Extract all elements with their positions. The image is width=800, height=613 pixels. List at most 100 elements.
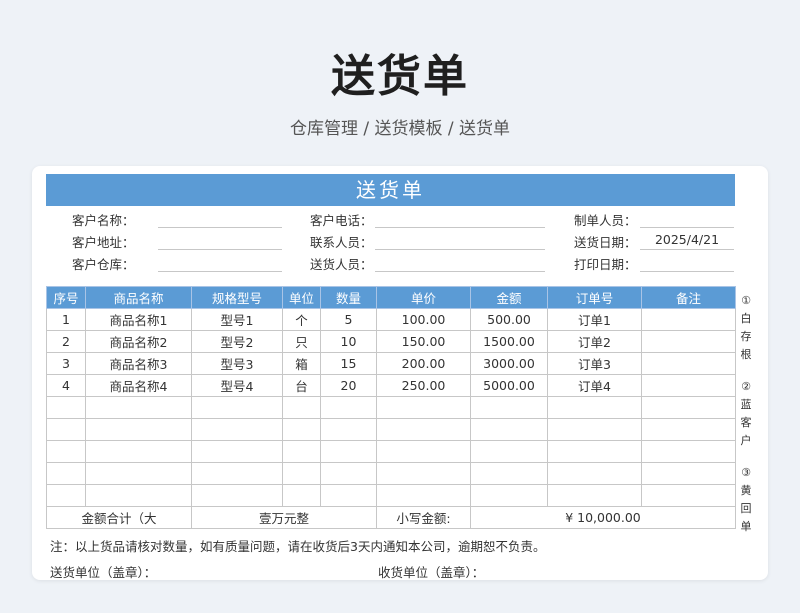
table-cell[interactable]: 200.00 — [376, 352, 471, 375]
side-note-char: 客 — [740, 416, 752, 429]
table-cell[interactable] — [46, 484, 86, 507]
table-cell[interactable]: 台 — [282, 374, 321, 397]
table-row: 3 商品名称3 型号3 箱 15 200.00 3000.00 订单3 — [46, 352, 736, 375]
table-cell[interactable] — [46, 418, 86, 441]
table-cell[interactable]: 型号1 — [191, 308, 283, 331]
table-cell[interactable]: 5 — [320, 308, 377, 331]
table-cell[interactable]: 15 — [320, 352, 377, 375]
table-cell[interactable]: 个 — [282, 308, 321, 331]
sender-signature[interactable]: 送货单位（盖章）： — [50, 562, 156, 581]
table-cell[interactable]: 型号2 — [191, 330, 283, 353]
table-cell[interactable]: 商品名称4 — [85, 374, 192, 397]
table-cell[interactable] — [282, 484, 321, 507]
table-cell[interactable]: 订单3 — [547, 352, 642, 375]
side-note-char: 黄 — [740, 484, 752, 497]
table-cell[interactable]: 商品名称3 — [85, 352, 192, 375]
deliverer-field[interactable] — [375, 271, 545, 272]
table-cell[interactable] — [320, 462, 377, 485]
table-cell[interactable]: 3 — [46, 352, 86, 375]
total-upper-value: 壹万元整 — [191, 506, 377, 529]
table-cell[interactable] — [641, 352, 736, 375]
info-row: 客户仓库： 送货人员： 打印日期： — [46, 250, 735, 272]
table-cell[interactable] — [282, 396, 321, 419]
side-note-char: ① — [741, 294, 751, 307]
receiver-signature[interactable]: 收货单位（盖章）： — [378, 562, 484, 581]
table-cell[interactable] — [85, 396, 192, 419]
table-cell[interactable] — [641, 308, 736, 331]
table-cell[interactable] — [191, 462, 283, 485]
table-cell[interactable] — [191, 484, 283, 507]
table-row — [46, 418, 736, 441]
table-cell[interactable] — [376, 396, 471, 419]
table-cell[interactable] — [376, 440, 471, 463]
table-cell[interactable] — [282, 440, 321, 463]
table-cell[interactable]: 箱 — [282, 352, 321, 375]
maker-label: 制单人员： — [574, 213, 637, 228]
table-cell[interactable] — [547, 440, 642, 463]
table-cell[interactable]: 150.00 — [376, 330, 471, 353]
table-cell[interactable]: 订单2 — [547, 330, 642, 353]
table-cell[interactable] — [320, 418, 377, 441]
table-cell[interactable] — [282, 462, 321, 485]
column-header: 单价 — [376, 286, 471, 309]
table-cell[interactable]: 20 — [320, 374, 377, 397]
side-note-char: 户 — [740, 434, 752, 447]
table-cell[interactable] — [547, 418, 642, 441]
table-cell[interactable] — [641, 396, 736, 419]
table-cell[interactable] — [641, 462, 736, 485]
table-cell[interactable] — [282, 418, 321, 441]
table-cell[interactable] — [547, 396, 642, 419]
table-cell[interactable] — [85, 462, 192, 485]
table-cell[interactable] — [641, 484, 736, 507]
table-cell[interactable]: 2 — [46, 330, 86, 353]
table-cell[interactable] — [547, 484, 642, 507]
table-cell[interactable] — [376, 484, 471, 507]
table-cell[interactable] — [641, 330, 736, 353]
table-row: 1 商品名称1 型号1 个 5 100.00 500.00 订单1 — [46, 308, 736, 331]
table-cell[interactable] — [46, 396, 86, 419]
table-cell[interactable] — [191, 418, 283, 441]
table-cell[interactable] — [376, 418, 471, 441]
table-cell[interactable] — [46, 462, 86, 485]
table-cell[interactable] — [641, 374, 736, 397]
table-cell[interactable] — [470, 396, 548, 419]
table-cell[interactable] — [85, 484, 192, 507]
table-cell[interactable]: 4 — [46, 374, 86, 397]
table-cell[interactable]: 订单1 — [547, 308, 642, 331]
table-cell[interactable]: 100.00 — [376, 308, 471, 331]
table-cell[interactable]: 5000.00 — [470, 374, 548, 397]
table-cell[interactable] — [470, 462, 548, 485]
table-cell[interactable] — [470, 418, 548, 441]
table-cell[interactable] — [320, 396, 377, 419]
table-cell[interactable] — [547, 462, 642, 485]
table-cell[interactable] — [470, 484, 548, 507]
table-cell[interactable]: 250.00 — [376, 374, 471, 397]
side-note-char: 存 — [740, 330, 752, 343]
table-cell[interactable] — [191, 396, 283, 419]
table-cell[interactable]: 订单4 — [547, 374, 642, 397]
table-cell[interactable]: 商品名称1 — [85, 308, 192, 331]
ship-date-value[interactable]: 2025/4/21 — [640, 232, 734, 247]
table-cell[interactable] — [191, 440, 283, 463]
table-cell[interactable]: 只 — [282, 330, 321, 353]
table-cell[interactable] — [320, 484, 377, 507]
table-cell[interactable] — [641, 418, 736, 441]
table-cell[interactable] — [641, 440, 736, 463]
table-cell[interactable] — [46, 440, 86, 463]
table-cell[interactable] — [320, 440, 377, 463]
table-cell[interactable]: 500.00 — [470, 308, 548, 331]
table-cell[interactable]: 1 — [46, 308, 86, 331]
customer-warehouse-field[interactable] — [158, 271, 282, 272]
table-cell[interactable]: 1500.00 — [470, 330, 548, 353]
print-date-field[interactable] — [640, 271, 734, 272]
table-cell[interactable] — [85, 418, 192, 441]
table-cell[interactable] — [470, 440, 548, 463]
table-cell[interactable]: 型号3 — [191, 352, 283, 375]
delivery-note-card: 送货单 客户名称： 客户电话： 制单人员： 客户地址： 联系人员： 送货日期： … — [32, 166, 768, 580]
table-cell[interactable]: 10 — [320, 330, 377, 353]
table-cell[interactable]: 商品名称2 — [85, 330, 192, 353]
table-cell[interactable]: 型号4 — [191, 374, 283, 397]
table-cell[interactable] — [376, 462, 471, 485]
table-cell[interactable] — [85, 440, 192, 463]
table-cell[interactable]: 3000.00 — [470, 352, 548, 375]
